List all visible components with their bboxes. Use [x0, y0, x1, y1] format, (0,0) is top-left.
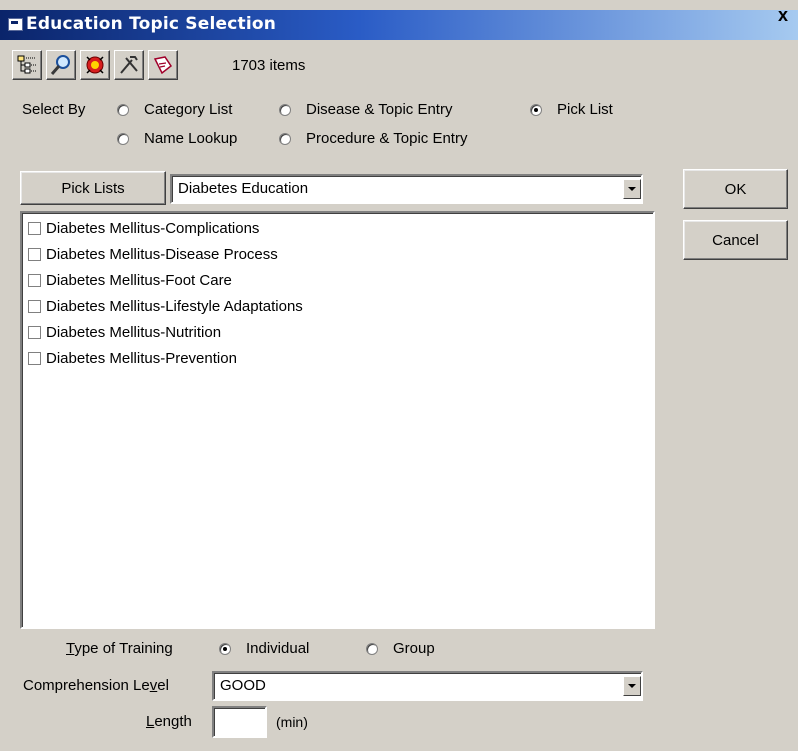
tools-icon	[120, 56, 138, 74]
radio-category-list[interactable]	[117, 104, 129, 116]
length-input[interactable]	[212, 706, 267, 738]
name-lookup-label: Name Lookup	[144, 130, 238, 147]
chevron-down-icon[interactable]	[623, 676, 641, 696]
length-unit: (min)	[276, 714, 308, 730]
tools-button[interactable]	[114, 50, 144, 80]
topic-checkbox[interactable]	[28, 325, 41, 339]
radio-disease-topic-entry[interactable]	[279, 104, 291, 116]
topic-checkbox[interactable]	[28, 273, 41, 287]
list-item[interactable]: Diabetes Mellitus-Lifestyle Adaptations	[28, 294, 303, 318]
topic-label: Diabetes Mellitus-Complications	[46, 219, 260, 237]
radio-name-lookup[interactable]	[117, 133, 129, 145]
bug-icon	[86, 56, 104, 74]
length-label: Length	[146, 713, 192, 730]
radio-procedure-topic-entry[interactable]	[279, 133, 291, 145]
ok-button[interactable]: OK	[683, 169, 788, 209]
list-item[interactable]: Diabetes Mellitus-Disease Process	[28, 242, 278, 266]
tree-icon	[17, 55, 36, 74]
search-button[interactable]	[46, 50, 76, 80]
topic-label: Diabetes Mellitus-Foot Care	[46, 271, 232, 289]
comprehension-level-label: Comprehension Level	[23, 677, 169, 694]
pick-list-label: Pick List	[557, 101, 613, 118]
topic-checkbox[interactable]	[28, 299, 41, 313]
procedure-topic-entry-label: Procedure & Topic Entry	[306, 130, 468, 147]
comprehension-level-combo[interactable]: GOOD	[212, 671, 643, 701]
comprehension-level-value: GOOD	[220, 677, 266, 694]
topic-label: Diabetes Mellitus-Lifestyle Adaptations	[46, 297, 303, 315]
item-count: 1703 items	[232, 57, 306, 74]
tree-view-button[interactable]	[12, 50, 42, 80]
list-item[interactable]: Diabetes Mellitus-Prevention	[28, 346, 237, 370]
topic-label: Diabetes Mellitus-Nutrition	[46, 323, 222, 341]
pick-lists-button[interactable]: Pick Lists	[20, 171, 166, 205]
disease-topic-entry-label: Disease & Topic Entry	[306, 101, 453, 118]
list-item[interactable]: Diabetes Mellitus-Nutrition	[28, 320, 221, 344]
topic-checkbox[interactable]	[28, 247, 41, 261]
individual-label: Individual	[246, 640, 310, 657]
type-of-training-label: Type of Training	[66, 640, 173, 657]
topic-label: Diabetes Mellitus-Disease Process	[46, 245, 278, 263]
radio-group[interactable]	[366, 643, 378, 655]
chevron-down-icon[interactable]	[623, 179, 641, 199]
select-by-label: Select By	[22, 101, 86, 118]
tag-button[interactable]	[148, 50, 178, 80]
search-icon	[50, 55, 70, 75]
pick-list-value: Diabetes Education	[178, 180, 309, 197]
title-bar: Education Topic Selection	[0, 10, 798, 40]
radio-individual[interactable]	[219, 643, 231, 655]
radio-pick-list[interactable]	[530, 104, 542, 116]
list-item[interactable]: Diabetes Mellitus-Foot Care	[28, 268, 232, 292]
app-icon	[8, 18, 23, 31]
topic-checkbox[interactable]	[28, 351, 41, 365]
close-button[interactable]: x	[778, 4, 798, 26]
topic-list[interactable]: Diabetes Mellitus-Complications Diabetes…	[20, 211, 655, 629]
window-title: Education Topic Selection	[26, 14, 277, 34]
topic-checkbox[interactable]	[28, 221, 41, 235]
group-label: Group	[393, 640, 435, 657]
tag-icon	[153, 56, 173, 75]
topic-label: Diabetes Mellitus-Prevention	[46, 349, 237, 367]
category-list-label: Category List	[144, 101, 233, 118]
cancel-button[interactable]: Cancel	[683, 220, 788, 260]
remove-button[interactable]	[80, 50, 110, 80]
list-item[interactable]: Diabetes Mellitus-Complications	[28, 216, 259, 240]
pick-list-combo[interactable]: Diabetes Education	[170, 174, 643, 204]
